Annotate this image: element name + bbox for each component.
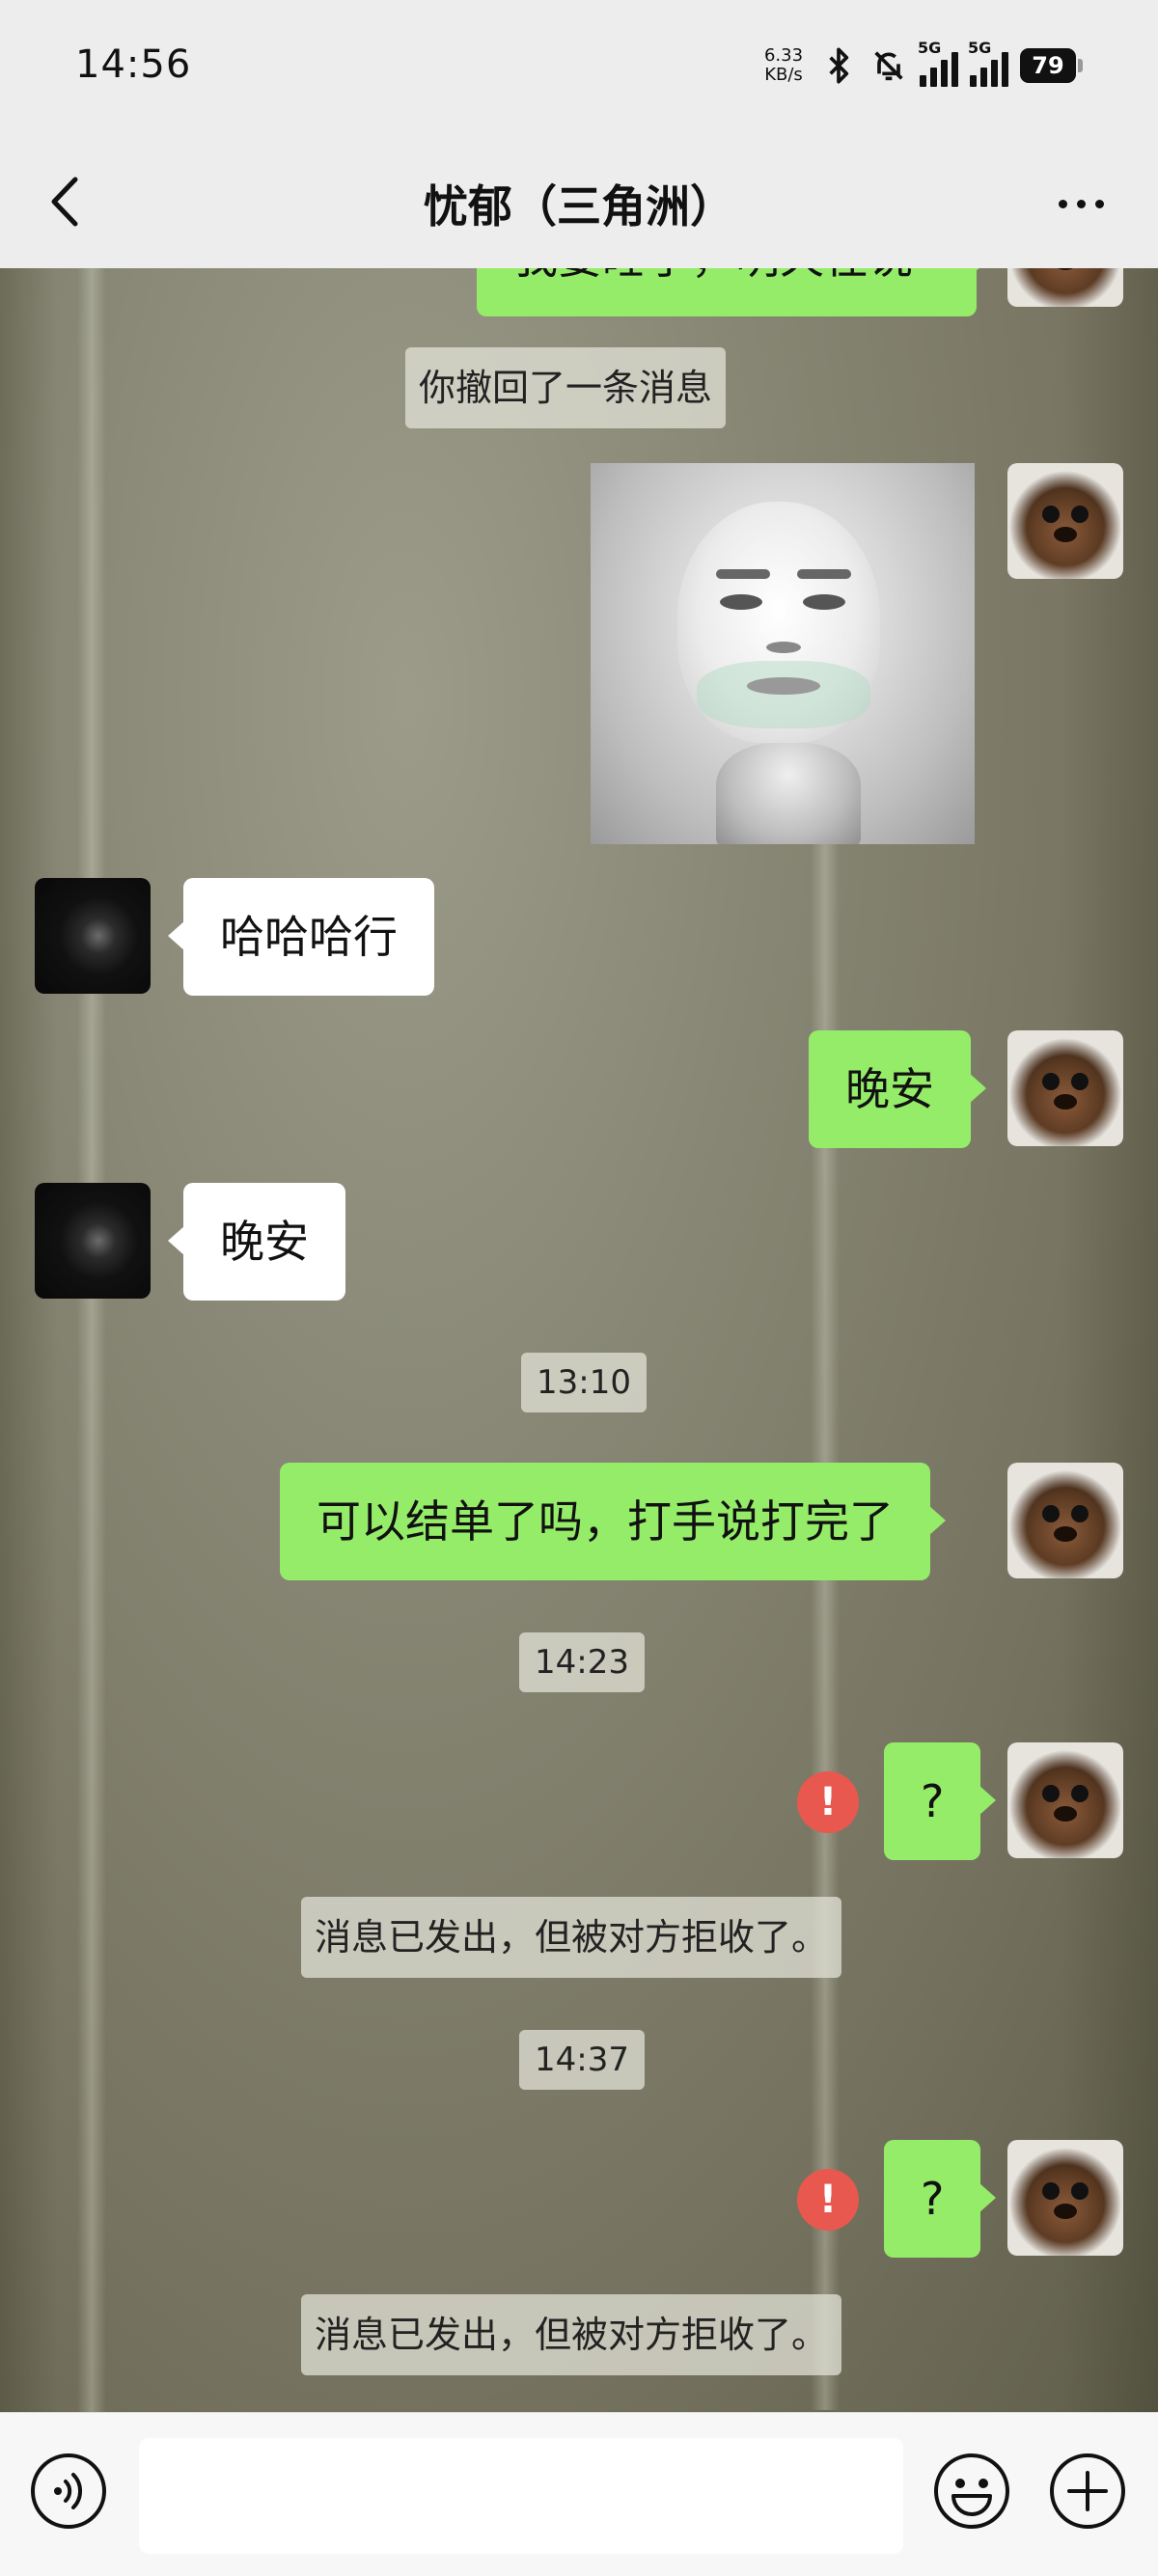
message-input[interactable] <box>139 2438 903 2554</box>
message-bubble-outgoing[interactable]: ? <box>884 2140 997 2258</box>
chat-messages[interactable]: 我要睡了，明天在说 你撤回了一条消息 哈哈哈行 晚安 晚安 13:10 可以结单… <box>0 268 1158 2412</box>
send-failed-icon[interactable]: ! <box>797 2169 859 2231</box>
signal-bars-icon <box>970 52 1008 87</box>
chat-header: 忧郁（三角洲） <box>0 135 1158 268</box>
contact-avatar[interactable] <box>35 878 151 994</box>
battery-level: 79 <box>1020 48 1076 83</box>
mute-bell-icon <box>874 51 903 81</box>
timestamp: 14:23 <box>519 1632 645 1692</box>
message-text: 哈哈哈行 <box>220 911 398 963</box>
message-text: 晚安 <box>220 1216 309 1268</box>
message-text: 晚安 <box>845 1063 934 1115</box>
input-bar <box>0 2412 1158 2576</box>
voice-icon[interactable] <box>29 2452 108 2531</box>
message-text: 我要睡了，明天在说 <box>513 268 913 284</box>
signal-bars-icon <box>920 52 958 87</box>
my-avatar[interactable] <box>1007 1463 1123 1578</box>
signal-5g-1: 5G <box>918 39 958 87</box>
timestamp: 13:10 <box>521 1353 647 1412</box>
battery-indicator: 79 <box>1020 48 1083 83</box>
status-time: 14:56 <box>75 42 192 87</box>
more-dots-icon[interactable] <box>1042 179 1119 228</box>
message-text: ? <box>921 2173 945 2225</box>
status-icons: 6.33 KB/s 5G 5G 79 <box>759 39 1083 93</box>
emoji-icon[interactable] <box>932 2452 1011 2531</box>
my-avatar[interactable] <box>1007 1742 1123 1858</box>
send-failed-icon[interactable]: ! <box>797 1771 859 1833</box>
plus-icon[interactable] <box>1048 2452 1127 2531</box>
sticker-image[interactable] <box>591 463 975 844</box>
network-speed-value: 6.33 <box>763 45 804 66</box>
message-bubble-outgoing[interactable]: 可以结单了吗，打手说打完了 <box>280 1463 946 1580</box>
my-avatar[interactable] <box>1007 463 1123 579</box>
my-avatar[interactable] <box>1007 1030 1123 1146</box>
status-bar: 14:56 6.33 KB/s 5G 5G 79 <box>0 0 1158 135</box>
signal-5g-label: 5G <box>968 39 992 57</box>
timestamp: 14:37 <box>519 2030 645 2090</box>
message-bubble-outgoing[interactable]: 晚安 <box>809 1030 986 1148</box>
contact-avatar[interactable] <box>35 1183 151 1299</box>
network-speed-unit: KB/s <box>764 65 803 85</box>
my-avatar[interactable] <box>1007 2140 1123 2256</box>
network-speed: 6.33 KB/s <box>759 46 808 85</box>
recall-notice: 你撤回了一条消息 <box>405 347 727 428</box>
signal-5g-2: 5G <box>968 39 1008 87</box>
signal-5g-label: 5G <box>918 39 942 57</box>
message-bubble-outgoing[interactable]: ? <box>884 1742 997 1860</box>
message-bubble-partial[interactable]: 我要睡了，明天在说 <box>477 268 992 316</box>
message-text: ? <box>921 1775 945 1827</box>
chat-title: 忧郁（三角洲） <box>424 180 734 233</box>
message-text: 可以结单了吗，打手说打完了 <box>317 1495 894 1548</box>
message-bubble-incoming[interactable]: 哈哈哈行 <box>168 878 434 996</box>
bluetooth-icon <box>829 47 849 84</box>
rejected-notice: 消息已发出，但被对方拒收了。 <box>301 1897 842 1978</box>
my-avatar[interactable] <box>1007 268 1123 307</box>
message-bubble-incoming[interactable]: 晚安 <box>168 1183 345 1301</box>
rejected-notice: 消息已发出，但被对方拒收了。 <box>301 2294 842 2375</box>
